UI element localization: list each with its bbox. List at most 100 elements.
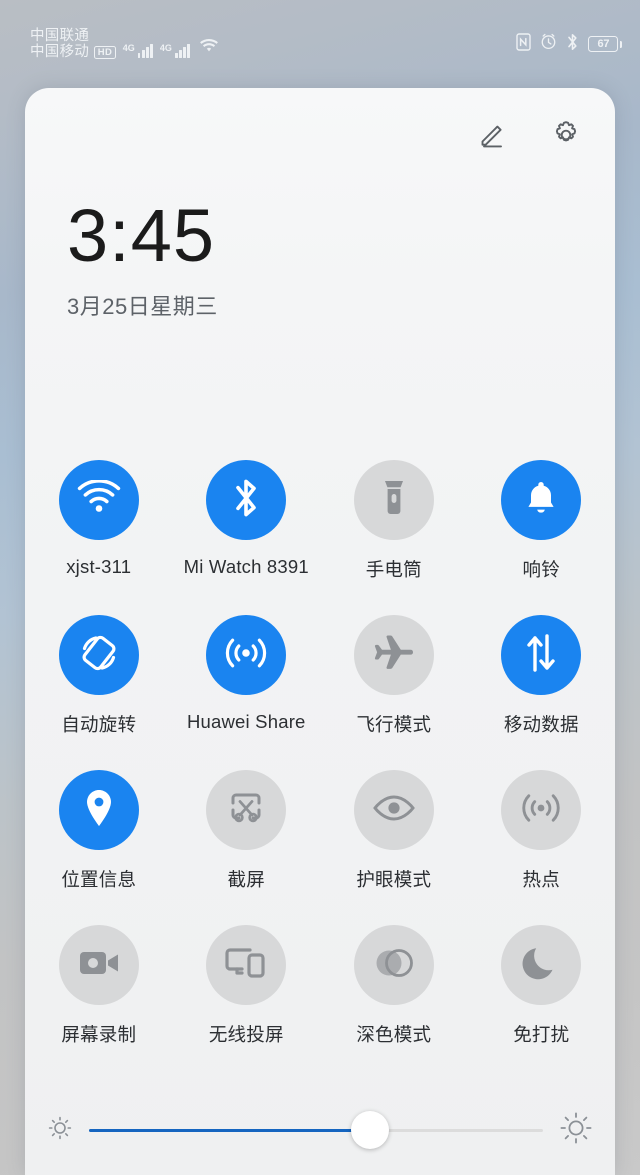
scissors-icon xyxy=(225,789,267,832)
signal-group-2: 4G xyxy=(159,43,191,60)
toggle-eye-comfort[interactable]: 护眼模式 xyxy=(320,770,468,892)
toggle-flashlight-bubble[interactable] xyxy=(353,460,434,540)
battery-cap xyxy=(619,40,622,48)
sun-small-icon xyxy=(47,1115,73,1146)
carrier-secondary: 中国移动 xyxy=(30,44,90,60)
toggle-location-bubble[interactable] xyxy=(58,770,139,850)
status-bar-right: 67 xyxy=(516,32,622,56)
bluetooth-icon xyxy=(231,476,261,525)
toggle-bluetooth[interactable]: Mi Watch 8391 xyxy=(173,460,321,582)
moon-icon xyxy=(522,943,560,988)
carrier-row-primary: 中国联通 xyxy=(30,28,116,44)
dark-mode-icon xyxy=(372,947,416,984)
slider-thumb[interactable] xyxy=(351,1111,390,1149)
toggle-mobile-data[interactable]: 移动数据 xyxy=(468,615,616,737)
rotate-icon xyxy=(78,632,120,679)
toggle-dark-mode-label: 深色模式 xyxy=(356,1024,432,1045)
toggle-wireless-cast-label: 无线投屏 xyxy=(208,1024,284,1045)
cast-screen-icon xyxy=(224,945,268,986)
airplane-icon xyxy=(372,633,416,678)
toggle-ring-label: 响铃 xyxy=(522,559,560,580)
data-arrows-icon xyxy=(524,632,558,679)
brightness-slider-row xyxy=(25,1085,615,1175)
eye-icon xyxy=(371,793,417,828)
toggle-hotspot-label: 热点 xyxy=(522,869,560,890)
carrier-primary: 中国联通 xyxy=(30,27,90,44)
quick-toggle-grid: xjst-311 Mi Watch 8391 手电筒 响铃 自动旋转 Huawe… xyxy=(25,460,615,1047)
toggle-hotspot-bubble[interactable] xyxy=(501,770,582,850)
toggle-huawei-share-label: Huawei Share xyxy=(186,711,306,732)
alarm-icon xyxy=(540,33,557,55)
toggle-ring-bubble[interactable] xyxy=(501,460,582,540)
signal-bars-icon-1 xyxy=(137,43,153,59)
status-bar: 中国联通 中国移动 HD 4G 4G 67 xyxy=(0,0,640,88)
toggle-screen-record[interactable]: 屏幕录制 xyxy=(25,925,173,1047)
control-center-panel: 3:45 3月25日星期三 xjst-311 Mi Watch 8391 手电筒 xyxy=(25,88,615,1175)
toggle-mobile-data-bubble[interactable] xyxy=(501,615,582,695)
toggle-mobile-data-label: 移动数据 xyxy=(503,714,579,735)
settings-button[interactable] xyxy=(543,112,589,158)
edit-button[interactable] xyxy=(469,112,515,158)
nfc-icon xyxy=(516,32,532,56)
bell-icon xyxy=(522,478,560,523)
toggle-flashlight[interactable]: 手电筒 xyxy=(320,460,468,582)
toggle-bluetooth-bubble[interactable] xyxy=(206,460,287,540)
toggle-screenshot[interactable]: 截屏 xyxy=(173,770,321,892)
toggle-wifi[interactable]: xjst-311 xyxy=(25,460,173,582)
slider-track-fill xyxy=(89,1128,371,1132)
carrier-labels: 中国联通 中国移动 HD xyxy=(30,28,116,60)
network-type-label-2: 4G xyxy=(159,43,172,54)
toggle-flashlight-label: 手电筒 xyxy=(365,559,422,580)
toggle-eye-comfort-bubble[interactable] xyxy=(353,770,434,850)
status-bar-left: 中国联通 中国移动 HD 4G 4G xyxy=(30,28,219,60)
toggle-auto-rotate[interactable]: 自动旋转 xyxy=(25,615,173,737)
toggle-dark-mode[interactable]: 深色模式 xyxy=(320,925,468,1047)
carrier-row-secondary: 中国移动 HD xyxy=(30,44,116,60)
flashlight-icon xyxy=(379,476,409,525)
battery-indicator: 67 xyxy=(588,36,622,52)
toggle-ring[interactable]: 响铃 xyxy=(468,460,616,582)
toggle-hotspot[interactable]: 热点 xyxy=(468,770,616,892)
toggle-wifi-label: xjst-311 xyxy=(66,556,132,577)
toggle-screenshot-bubble[interactable] xyxy=(206,770,287,850)
toggle-do-not-disturb-bubble[interactable] xyxy=(501,925,582,1005)
toggle-airplane-mode-bubble[interactable] xyxy=(353,615,434,695)
location-pin-icon xyxy=(83,787,115,834)
video-camera-icon xyxy=(77,948,121,983)
wifi-icon xyxy=(76,478,122,521)
toggle-screenshot-label: 截屏 xyxy=(227,869,265,890)
toggle-huawei-share[interactable]: Huawei Share xyxy=(173,615,321,737)
toggle-wireless-cast[interactable]: 无线投屏 xyxy=(173,925,321,1047)
toggle-auto-rotate-bubble[interactable] xyxy=(58,615,139,695)
toggle-wifi-bubble[interactable] xyxy=(58,460,139,540)
toggle-do-not-disturb-label: 免打扰 xyxy=(513,1024,570,1045)
toggle-location[interactable]: 位置信息 xyxy=(25,770,173,892)
brightness-slider[interactable] xyxy=(89,1110,543,1150)
toggle-dark-mode-bubble[interactable] xyxy=(353,925,434,1005)
bluetooth-icon xyxy=(566,33,579,56)
toggle-airplane-mode-label: 飞行模式 xyxy=(356,714,432,735)
toggle-do-not-disturb[interactable]: 免打扰 xyxy=(468,925,616,1047)
hd-badge: HD xyxy=(94,45,116,59)
toggle-screen-record-label: 屏幕录制 xyxy=(61,1024,137,1045)
clock-block: 3:45 3月25日星期三 xyxy=(67,194,218,321)
toggle-screen-record-bubble[interactable] xyxy=(58,925,139,1005)
sun-large-icon xyxy=(559,1111,593,1150)
signal-bars-icon-2 xyxy=(174,43,191,59)
broadcast-icon xyxy=(224,635,268,676)
network-type-label-1: 4G xyxy=(122,43,135,54)
toggle-wireless-cast-bubble[interactable] xyxy=(206,925,287,1005)
toggle-location-label: 位置信息 xyxy=(61,869,137,890)
clock-time: 3:45 xyxy=(67,194,216,277)
hotspot-icon xyxy=(520,789,562,832)
wifi-icon xyxy=(199,38,219,59)
panel-action-buttons xyxy=(469,112,589,158)
toggle-eye-comfort-label: 护眼模式 xyxy=(356,869,432,890)
toggle-huawei-share-bubble[interactable] xyxy=(206,615,287,695)
toggle-bluetooth-label: Mi Watch 8391 xyxy=(183,556,309,577)
toggle-airplane-mode[interactable]: 飞行模式 xyxy=(320,615,468,737)
toggle-auto-rotate-label: 自动旋转 xyxy=(61,714,137,735)
signal-group-1: 4G xyxy=(123,43,153,60)
battery-percent-label: 67 xyxy=(588,36,619,52)
clock-date: 3月25日星期三 xyxy=(67,294,218,320)
